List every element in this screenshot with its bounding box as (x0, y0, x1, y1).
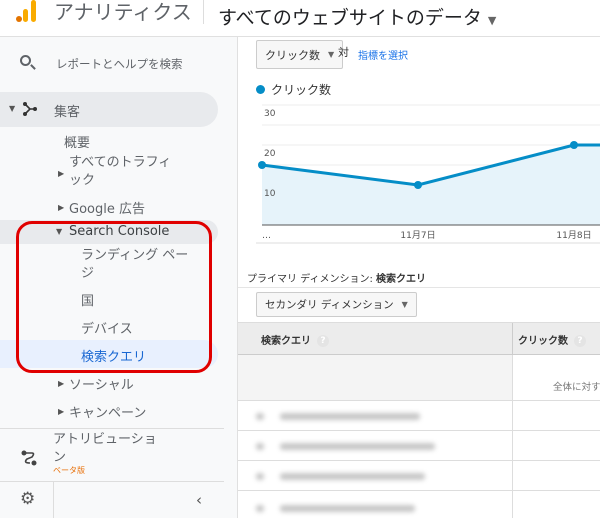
main-content: クリック数 ▼ 対 指標を選択 クリック数 10 20 30 … 11月7日 11月8日 プ… (238, 37, 600, 518)
primary-dimension-value[interactable]: 検索クエリ (376, 274, 426, 285)
header-divider (203, 0, 204, 24)
property-name: すべてのウェブサイトのデータ (218, 7, 482, 29)
table-row[interactable] (238, 491, 600, 521)
app-name: アナリティクス (54, 0, 192, 24)
column-divider (512, 323, 513, 356)
column-header-clicks[interactable]: クリック数? (518, 332, 586, 347)
caret-down-icon: ▼ (328, 50, 335, 59)
x-tick-label: 11月8日 (556, 230, 591, 241)
y-tick-label: 10 (264, 189, 276, 199)
caret-right-icon: ▶ (58, 169, 65, 178)
column-header-query[interactable]: 検索クエリ? (261, 332, 329, 347)
divider (53, 482, 54, 518)
x-tick-label: 11月7日 (400, 230, 435, 241)
metric-dropdown[interactable]: クリック数 ▼ (256, 40, 344, 69)
vs-label: 対 (338, 46, 349, 59)
table-row[interactable] (238, 431, 600, 461)
caret-right-icon: ▶ (58, 379, 65, 388)
select-metric-link[interactable]: 指標を選択 (358, 47, 408, 62)
sidebar-item-attribution[interactable]: アトリビューション (53, 431, 163, 467)
analytics-logo[interactable] (14, 0, 38, 22)
caret-right-icon: ▶ (58, 203, 65, 212)
collapse-chevron-icon[interactable]: ‹ (196, 491, 202, 509)
settings-icon[interactable]: ⚙ (20, 489, 35, 509)
search-input[interactable]: レポートとヘルプを検索 (56, 56, 183, 72)
divider (0, 481, 224, 482)
column-label: クリック数 (518, 336, 568, 347)
caret-down-icon: ▼ (487, 14, 497, 27)
summary-row (238, 355, 512, 400)
sidebar-item-social[interactable]: ソーシャル (69, 374, 134, 393)
secondary-dimension-label: セカンダリ ディメンション (265, 299, 394, 311)
legend-marker (256, 85, 265, 94)
column-label: 検索クエリ (261, 336, 311, 347)
legend-label: クリック数 (271, 83, 332, 97)
caret-down-icon: ▼ (401, 300, 408, 309)
property-selector[interactable]: すべてのウェブサイトのデータ ▼ (218, 3, 496, 30)
help-icon[interactable]: ? (317, 335, 329, 347)
sidebar-item-campaign[interactable]: キャンペーン (69, 402, 146, 421)
x-tick-label: … (262, 231, 271, 241)
data-point (414, 181, 422, 189)
attribution-icon (21, 450, 37, 466)
acquisition-label: 集客 (54, 105, 81, 120)
summary-text: 全体に対す (553, 382, 600, 393)
table-row[interactable] (238, 461, 600, 491)
table-header: 検索クエリ? クリック数? (238, 322, 600, 356)
divider (238, 287, 600, 288)
sidebar-item-google-ads[interactable]: Google 広告 (69, 198, 145, 217)
sidebar: レポートとヘルプを検索 ▼ 集客 概要 ▶ すべてのトラフィ ック ▶ Goog… (0, 37, 238, 518)
secondary-dimension-dropdown[interactable]: セカンダリ ディメンション ▼ (256, 292, 417, 317)
metric-selected: クリック数 (265, 48, 320, 62)
clicks-chart: 10 20 30 … 11月7日 11月8日 (256, 104, 600, 244)
acquisition-icon (23, 102, 37, 116)
sidebar-item-overview[interactable]: 概要 (64, 132, 90, 151)
caret-right-icon: ▶ (58, 407, 65, 416)
area-fill (262, 145, 600, 225)
beta-badge: ベータ版 (53, 466, 85, 475)
search-icon-handle (30, 64, 36, 70)
y-tick-label: 20 (264, 149, 276, 159)
sidebar-item-acquisition[interactable]: ▼ 集客 (0, 92, 218, 127)
data-point (258, 161, 266, 169)
sidebar-item-all-traffic[interactable]: すべてのトラフィ ック (69, 154, 179, 190)
y-tick-label: 30 (264, 109, 276, 119)
app-header: アナリティクス すべてのウェブサイトのデータ ▼ (0, 0, 600, 37)
data-point (570, 141, 578, 149)
search-icon (20, 55, 31, 66)
highlight-annotation (16, 221, 212, 373)
primary-dimension: プライマリ ディメンション: 検索クエリ (247, 270, 426, 285)
help-icon[interactable]: ? (574, 335, 586, 347)
divider (0, 428, 224, 429)
primary-dimension-label: プライマリ ディメンション: (247, 274, 373, 285)
caret-down-icon: ▼ (9, 104, 16, 113)
table-row[interactable] (238, 401, 600, 431)
